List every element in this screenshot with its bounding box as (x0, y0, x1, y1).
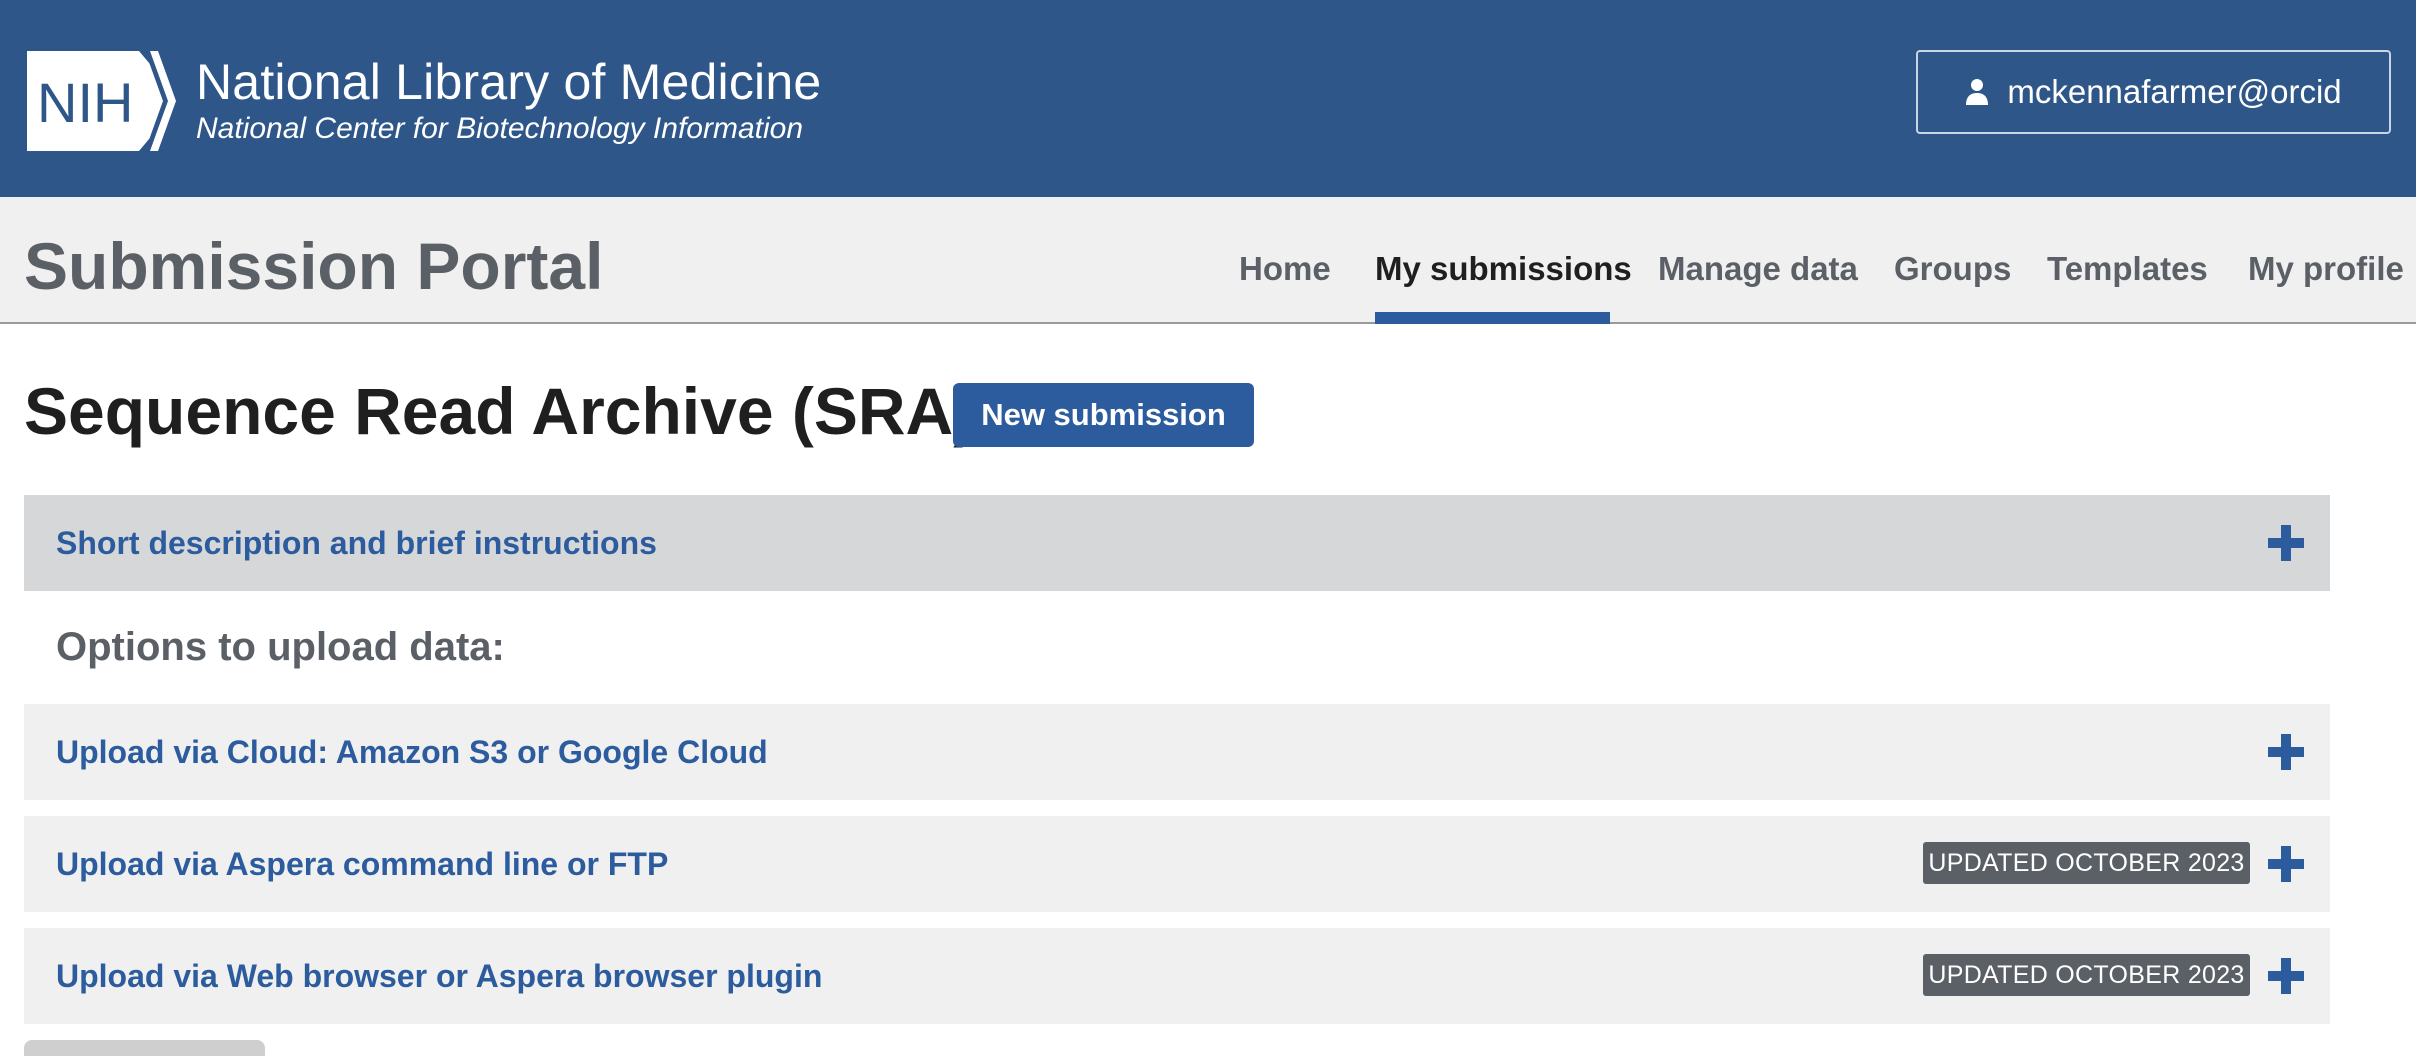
partial-tab-below-fold[interactable] (24, 1040, 265, 1056)
plus-icon[interactable] (2268, 958, 2304, 994)
nih-logo[interactable]: NIH (27, 51, 181, 151)
org-title[interactable]: National Library of Medicine (196, 54, 821, 110)
plus-icon[interactable] (2268, 525, 2304, 561)
nav-groups[interactable]: Groups (1894, 249, 2011, 289)
accordion-upload-web-browser-label: Upload via Web browser or Aspera browser… (56, 958, 823, 994)
accordion-instructions[interactable]: Short description and brief instructions (24, 495, 2330, 591)
updated-badge: UPDATED OCTOBER 2023 (1923, 954, 2250, 996)
nav-manage-data[interactable]: Manage data (1658, 249, 1858, 289)
nav-my-submissions[interactable]: My submissions (1375, 249, 1632, 289)
portal-nav: Home My submissions Manage data Groups T… (0, 197, 2416, 324)
plus-icon[interactable] (2268, 734, 2304, 770)
user-account-button[interactable]: mckennafarmer@orcid (1916, 50, 2391, 134)
nav-templates[interactable]: Templates (2047, 249, 2208, 289)
accordion-upload-cloud[interactable]: Upload via Cloud: Amazon S3 or Google Cl… (24, 704, 2330, 800)
nav-my-profile[interactable]: My profile (2248, 249, 2404, 289)
updated-badge: UPDATED OCTOBER 2023 (1923, 842, 2250, 884)
active-tab-indicator (1375, 312, 1610, 324)
nih-logo-text: NIH (37, 71, 133, 134)
accordion-instructions-label: Short description and brief instructions (56, 525, 657, 561)
nav-home[interactable]: Home (1239, 249, 1331, 289)
options-heading: Options to upload data: (56, 625, 505, 669)
plus-icon[interactable] (2268, 846, 2304, 882)
page-heading: Sequence Read Archive (SRA) (24, 374, 976, 448)
accordion-upload-aspera-ftp-label: Upload via Aspera command line or FTP (56, 846, 669, 882)
portal-bar: Submission Portal Home My submissions Ma… (0, 197, 2416, 324)
accordion-upload-aspera-ftp[interactable]: Upload via Aspera command line or FTP UP… (24, 816, 2330, 912)
user-icon (1966, 79, 1989, 105)
nlm-header: NIH National Library of Medicine Nationa… (0, 0, 2416, 197)
new-submission-button[interactable]: New submission (953, 383, 1254, 447)
user-account-label: mckennafarmer@orcid (2007, 73, 2342, 110)
org-subtitle: National Center for Biotechnology Inform… (196, 112, 804, 145)
accordion-upload-cloud-label: Upload via Cloud: Amazon S3 or Google Cl… (56, 734, 768, 770)
accordion-upload-web-browser[interactable]: Upload via Web browser or Aspera browser… (24, 928, 2330, 1024)
